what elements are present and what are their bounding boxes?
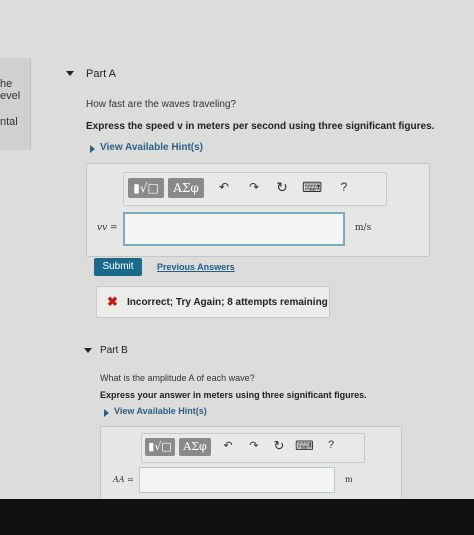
part-a-instruction: Express the speed v in meters per second… [86, 121, 435, 132]
reset-icon[interactable]: ↻ [274, 179, 290, 196]
greek-symbols-button[interactable]: ΑΣφ [179, 438, 211, 456]
speed-answer-input[interactable] [123, 212, 345, 246]
feedback-box: ✖ Incorrect; Try Again; 8 attempts remai… [96, 286, 330, 318]
view-hints-link[interactable]: View Available Hint(s) [114, 406, 207, 416]
templates-button[interactable]: ▮√□ [145, 438, 175, 456]
part-b-instruction: Express your answer in meters using thre… [100, 390, 367, 400]
expand-arrow-icon[interactable] [90, 145, 95, 153]
previous-answers-link[interactable]: Previous Answers [157, 262, 235, 272]
main-content: Part A How fast are the waves traveling?… [38, 0, 474, 535]
view-hints-link[interactable]: View Available Hint(s) [100, 142, 203, 153]
amplitude-variable-label: AA = [113, 475, 134, 484]
speed-variable-label: vv = [97, 223, 118, 233]
keyboard-icon[interactable]: ⌨ [302, 179, 322, 196]
amplitude-unit-label: m [345, 475, 353, 484]
speed-unit-label: m/s [355, 223, 372, 233]
undo-icon[interactable]: ↶ [221, 439, 235, 452]
sidebar-text-line: he [0, 78, 13, 90]
part-a-question: How fast are the waves traveling? [86, 99, 237, 110]
amplitude-answer-input[interactable] [139, 467, 335, 493]
left-sidebar-panel: he evel ntal [0, 58, 31, 150]
greek-symbols-button[interactable]: ΑΣφ [168, 178, 204, 198]
part-b-title: Part B [100, 345, 128, 356]
math-toolbar: ▮√□ ΑΣφ ↶ ↷ ↻ ⌨ ? [123, 172, 387, 206]
incorrect-x-icon: ✖ [107, 294, 118, 309]
screen-bottom-edge [0, 499, 474, 535]
sidebar-text-line: evel [0, 90, 21, 102]
redo-icon[interactable]: ↷ [246, 180, 262, 194]
feedback-message: Incorrect; Try Again; 8 attempts remaini… [127, 297, 328, 308]
part-a-answer-card: ▮√□ ΑΣφ ↶ ↷ ↻ ⌨ ? vv = m/s [86, 163, 430, 257]
sidebar-text-line: ntal [0, 116, 18, 128]
collapse-caret-icon[interactable] [84, 348, 92, 353]
help-icon[interactable]: ? [324, 439, 338, 451]
expand-arrow-icon[interactable] [104, 409, 109, 417]
templates-button[interactable]: ▮√□ [128, 178, 164, 198]
reset-icon[interactable]: ↻ [272, 438, 286, 454]
collapse-caret-icon[interactable] [66, 71, 74, 76]
math-toolbar: ▮√□ ΑΣφ ↶ ↷ ↻ ⌨ ? [141, 433, 365, 463]
part-a-title: Part A [86, 68, 116, 80]
undo-icon[interactable]: ↶ [216, 180, 232, 194]
help-icon[interactable]: ? [336, 180, 352, 194]
part-b-answer-card: ▮√□ ΑΣφ ↶ ↷ ↻ ⌨ ? AA = m [100, 426, 402, 502]
part-b-question: What is the amplitude A of each wave? [100, 373, 255, 383]
keyboard-icon[interactable]: ⌨ [295, 438, 314, 454]
submit-button[interactable]: Submit [94, 258, 142, 276]
redo-icon[interactable]: ↷ [247, 439, 261, 452]
